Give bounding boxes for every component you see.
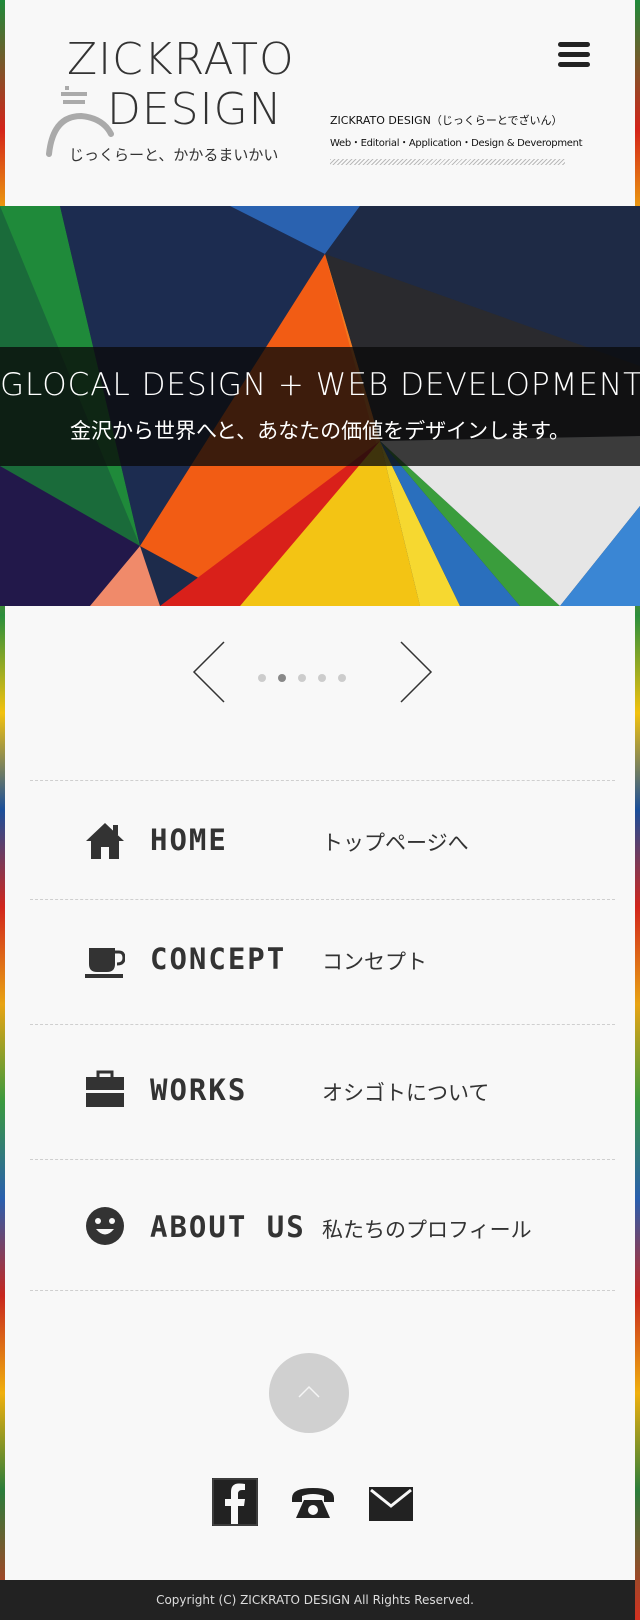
logo-tagline: じっくらーと、かかるまいかい	[69, 146, 279, 164]
hero-subtitle: 金沢から世界へと、あなたの価値をデザインします。	[69, 419, 570, 443]
nav-item-about-us[interactable]: ABOUT US 私たちのプロフィール	[30, 1159, 615, 1291]
back-to-top-button[interactable]	[269, 1353, 349, 1433]
hero-title: GLOCAL DESIGN + WEB DEVELOPMENT	[0, 367, 640, 403]
hamburger-menu-icon[interactable]	[558, 42, 590, 68]
company-services: Web・Editorial・Application・Design & Dever…	[330, 138, 583, 149]
slider-dot[interactable]	[338, 674, 346, 682]
main-nav: HOME トップページへ CONCEPT コンセプト WORKS オシゴトについ…	[30, 780, 615, 1291]
nav-label: ABOUT US	[150, 1210, 306, 1244]
company-name: ZICKRATO DESIGN（じっくらーとでざいん）	[330, 114, 563, 127]
telephone-icon[interactable]	[290, 1484, 336, 1524]
hero-slider: GLOCAL DESIGN + WEB DEVELOPMENT 金沢から世界へと…	[0, 206, 640, 606]
nav-label: HOME	[150, 823, 228, 857]
slider-dot[interactable]	[318, 674, 326, 682]
nav-desc: コンセプト	[322, 950, 427, 974]
chevron-up-icon	[298, 1385, 320, 1398]
slider-dot[interactable]	[258, 674, 266, 682]
slider-controls	[5, 640, 635, 704]
home-icon	[86, 823, 124, 859]
site-header: ZICKRATO DESIGN じっくらーと、かかるまいかい ZICKRATO …	[5, 0, 635, 206]
site-footer: Copyright (C) ZICKRATO DESIGN All Rights…	[0, 1580, 635, 1620]
chevron-right-icon[interactable]	[395, 640, 435, 704]
header-info: ZICKRATO DESIGN（じっくらーとでざいん） Web・Editoria…	[330, 112, 583, 165]
site-logo[interactable]: ZICKRATO DESIGN じっくらーと、かかるまいかい	[45, 36, 294, 166]
page: ZICKRATO DESIGN じっくらーと、かかるまいかい ZICKRATO …	[0, 0, 640, 1620]
mail-icon[interactable]	[369, 1487, 413, 1521]
briefcase-icon	[86, 1070, 124, 1107]
nav-item-works[interactable]: WORKS オシゴトについて	[30, 1024, 615, 1159]
slider-dots	[258, 667, 358, 682]
smiley-icon	[86, 1207, 124, 1245]
logo-line2: DESIGN	[107, 84, 283, 135]
chevron-left-icon[interactable]	[190, 640, 230, 704]
slider-dot-active[interactable]	[278, 674, 286, 682]
facebook-icon[interactable]	[212, 1478, 258, 1526]
nav-desc: トップページへ	[322, 831, 469, 855]
logo-line1: ZICKRATO	[67, 34, 295, 85]
hero-caption: GLOCAL DESIGN + WEB DEVELOPMENT 金沢から世界へと…	[0, 347, 640, 466]
nav-item-concept[interactable]: CONCEPT コンセプト	[30, 899, 615, 1024]
stripe-divider	[330, 159, 565, 165]
nav-item-home[interactable]: HOME トップページへ	[30, 780, 615, 899]
nav-label: CONCEPT	[150, 942, 287, 976]
nav-label: WORKS	[150, 1073, 248, 1107]
cup-icon	[85, 948, 125, 978]
slider-dot[interactable]	[298, 674, 306, 682]
nav-desc: オシゴトについて	[322, 1081, 490, 1105]
copyright-text: Copyright (C) ZICKRATO DESIGN All Rights…	[156, 1593, 474, 1607]
nav-desc: 私たちのプロフィール	[322, 1218, 532, 1242]
